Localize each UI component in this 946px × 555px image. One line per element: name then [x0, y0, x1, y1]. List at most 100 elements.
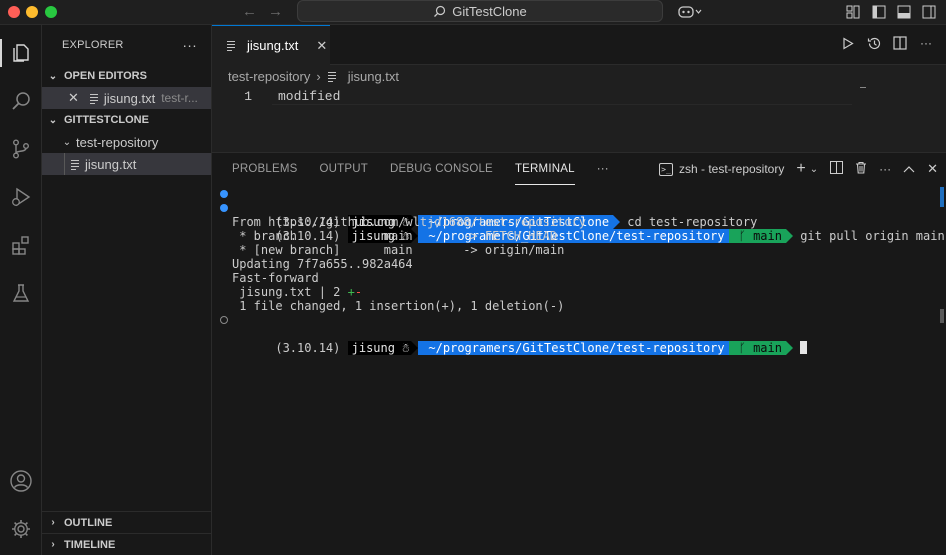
tab-debug-console[interactable]: DEBUG CONSOLE — [390, 153, 493, 185]
diffstat-minus: - — [354, 285, 363, 299]
more-actions-icon[interactable]: ··· — [879, 162, 891, 176]
terminal-prompt-line: (3.10.14) jisung ☃ ~/programers/GitTestCl… — [212, 201, 946, 243]
search-icon — [434, 5, 446, 17]
close-panel-icon[interactable]: ✕ — [927, 161, 938, 177]
copilot-icon[interactable] — [677, 4, 703, 20]
open-editor-item[interactable]: ✕ jisung.txt test-r... — [42, 87, 211, 109]
tab-problems[interactable]: PROBLEMS — [232, 153, 298, 185]
close-window-button[interactable] — [8, 6, 20, 18]
terminal-output-line: * [new branch] main -> origin/main — [232, 243, 565, 257]
explorer-icon[interactable] — [0, 35, 42, 71]
command-center-label: GitTestClone — [452, 3, 527, 19]
folder-item[interactable]: ⌄ test-repository — [42, 131, 211, 153]
customize-layout-icon[interactable] — [845, 4, 861, 20]
prompt-env: (3.10.14) — [275, 341, 341, 355]
prompt-separator-icon — [785, 341, 793, 355]
prompt-git-branch: ᚴ main — [728, 341, 786, 355]
prompt-path: ~/programers/GitTestClone/test-repositor… — [418, 341, 729, 355]
title-bar: ← → GitTestClone — [0, 0, 946, 25]
close-icon[interactable]: ✕ — [68, 90, 79, 106]
editor-tabs: jisung.txt ✕ ··· — [212, 25, 946, 65]
open-editors-label: OPEN EDITORS — [64, 70, 147, 82]
more-views-icon[interactable]: ··· — [597, 153, 609, 185]
scrollbar-thumb[interactable] — [940, 309, 944, 323]
toggle-panel-icon[interactable] — [896, 4, 912, 20]
more-actions-icon[interactable]: ··· — [182, 37, 197, 53]
bottom-panel: PROBLEMS OUTPUT DEBUG CONSOLE TERMINAL ·… — [212, 152, 946, 555]
new-terminal-icon[interactable]: + — [796, 160, 805, 178]
chevron-down-icon: ⌄ — [48, 70, 58, 82]
more-actions-icon[interactable]: ··· — [918, 35, 934, 51]
split-terminal-icon[interactable] — [830, 161, 844, 177]
outline-label: OUTLINE — [64, 516, 113, 529]
command-pending-icon[interactable] — [220, 316, 228, 324]
chevron-right-icon: › — [51, 539, 55, 550]
file-text-icon — [327, 71, 337, 82]
back-arrow-icon[interactable]: ← — [242, 3, 257, 20]
maximize-panel-chevron-up-icon[interactable] — [903, 162, 915, 176]
timeline-history-icon[interactable] — [866, 35, 882, 51]
chevron-right-icon: › — [316, 68, 321, 84]
manage-gear-icon[interactable] — [0, 511, 42, 547]
extensions-icon[interactable] — [0, 227, 42, 263]
minimize-window-button[interactable] — [26, 6, 38, 18]
chevron-down-icon: ⌄ — [48, 114, 58, 126]
maximize-window-button[interactable] — [45, 6, 57, 18]
run-and-debug-icon[interactable] — [0, 179, 42, 215]
open-editors-section[interactable]: ⌄ OPEN EDITORS — [42, 65, 211, 87]
chevron-down-icon[interactable]: ⌄ — [810, 164, 818, 175]
workspace-section[interactable]: ⌄ GITTESTCLONE — [42, 109, 211, 131]
diffstat-text: jisung.txt | 2 — [232, 285, 348, 299]
breadcrumb-folder[interactable]: test-repository — [228, 69, 310, 84]
terminal-output-line: Fast-forward — [232, 271, 319, 285]
breadcrumb-file[interactable]: jisung.txt — [348, 69, 399, 84]
split-editor-icon[interactable] — [892, 35, 908, 51]
timeline-section[interactable]: › TIMELINE — [42, 533, 212, 555]
minimap[interactable] — [860, 87, 866, 88]
toggle-primary-sidebar-icon[interactable] — [871, 4, 887, 20]
explorer-sidebar: EXPLORER ··· ⌄ OPEN EDITORS ✕ jisung.txt… — [42, 25, 212, 555]
terminal-output-line: From https://github.com/wltjd1688/test-r… — [232, 215, 587, 229]
terminal-output-line: jisung.txt | 2 +- — [212, 285, 946, 299]
outline-section[interactable]: › OUTLINE — [42, 511, 212, 533]
forward-arrow-icon[interactable]: → — [268, 3, 283, 20]
terminal-output-line: Updating 7f7a655..982a464 — [232, 257, 413, 271]
search-icon[interactable] — [0, 83, 42, 119]
file-text-icon — [70, 159, 80, 170]
terminal-cursor — [800, 341, 808, 354]
prompt-separator-icon — [411, 341, 419, 355]
command-success-icon[interactable] — [220, 190, 228, 198]
panel-tabs: PROBLEMS OUTPUT DEBUG CONSOLE TERMINAL ·… — [212, 153, 946, 185]
timeline-label: TIMELINE — [64, 538, 116, 551]
terminal-prompt-line: (3.10.14) jisung ☃ ~/programers/GitTestCl… — [212, 187, 946, 229]
accounts-icon[interactable] — [0, 463, 42, 499]
terminal[interactable]: (3.10.14) jisung ☃ ~/programers/GitTestCl… — [212, 187, 946, 355]
scrollbar-marker[interactable] — [940, 187, 944, 207]
kill-terminal-trash-icon[interactable] — [855, 161, 867, 177]
terminal-prompt-line: (3.10.14) jisung ☃ ~/programers/GitTestCl… — [212, 313, 946, 355]
terminal-icon: >_ — [658, 162, 673, 176]
tab-label: jisung.txt — [247, 38, 299, 53]
source-control-icon[interactable] — [0, 131, 42, 167]
toggle-secondary-sidebar-icon[interactable] — [921, 4, 937, 20]
tab-terminal[interactable]: TERMINAL — [514, 153, 575, 185]
file-item[interactable]: jisung.txt — [42, 153, 211, 175]
open-editor-filename: jisung.txt — [103, 90, 156, 106]
terminal-name: zsh - test-repository — [678, 162, 785, 176]
close-icon[interactable]: ✕ — [316, 38, 327, 54]
run-icon[interactable] — [840, 35, 856, 51]
activity-bar — [0, 25, 42, 555]
file-text-icon — [89, 93, 99, 104]
command-center-search[interactable]: GitTestClone — [297, 0, 663, 22]
line-text[interactable]: modified — [278, 89, 340, 104]
panel-actions: >_ zsh - test-repository + ⌄ ··· ✕ — [658, 160, 938, 178]
testing-icon[interactable] — [0, 275, 42, 311]
workspace-label: GITTESTCLONE — [64, 114, 149, 126]
explorer-title: EXPLORER — [62, 39, 124, 51]
tab-output[interactable]: OUTPUT — [320, 153, 368, 185]
command-success-icon[interactable] — [220, 204, 228, 212]
terminal-selector[interactable]: >_ zsh - test-repository — [658, 162, 785, 176]
current-line-highlight — [272, 104, 852, 105]
tree-indent-guide — [64, 153, 65, 175]
tab-jisung-txt[interactable]: jisung.txt ✕ — [212, 25, 330, 65]
